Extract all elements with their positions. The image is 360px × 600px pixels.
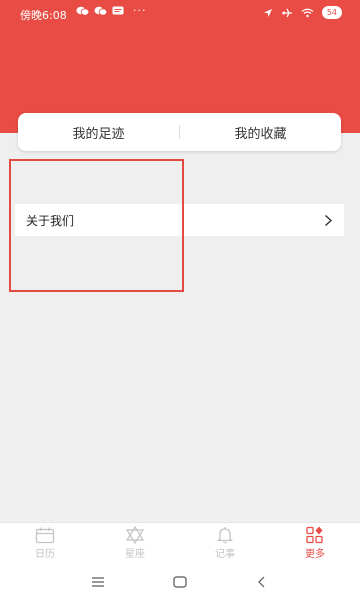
system-status-icons: 54 <box>263 6 342 19</box>
status-time: 傍晚6:08 <box>20 9 67 22</box>
message-icon <box>112 6 124 15</box>
bell-icon <box>216 526 234 544</box>
wechat-icon <box>76 6 89 16</box>
highlight-box <box>9 159 184 292</box>
star-of-david-icon <box>125 526 145 544</box>
airplane-mode-icon <box>281 8 292 17</box>
location-icon <box>263 8 272 17</box>
nav-item-constellation[interactable]: 星座 <box>90 523 180 563</box>
back-icon[interactable] <box>250 572 274 592</box>
chevron-right-icon <box>324 214 333 227</box>
grid-more-icon <box>305 526 325 544</box>
nav-label-notes: 记事 <box>215 549 235 560</box>
home-icon[interactable] <box>168 572 192 592</box>
system-navigation-bar <box>0 563 360 600</box>
menu-icon[interactable] <box>86 572 110 592</box>
nav-item-notes[interactable]: 记事 <box>180 523 270 563</box>
nav-item-calendar[interactable]: 日历 <box>0 523 90 563</box>
tab-favorites[interactable]: 我的收藏 <box>180 123 341 142</box>
nav-item-more[interactable]: 更多 <box>270 523 360 563</box>
notification-icons <box>76 6 124 16</box>
nav-label-calendar: 日历 <box>35 549 55 560</box>
battery-icon: 54 <box>321 6 342 19</box>
calendar-icon <box>35 526 55 544</box>
tab-card: 我的足迹 我的收藏 <box>18 113 341 151</box>
wifi-icon <box>301 8 314 17</box>
wechat-icon <box>94 6 107 16</box>
nav-label-constellation: 星座 <box>125 549 145 560</box>
nav-label-more: 更多 <box>305 549 325 560</box>
more-notifications-icon: ··· <box>133 4 147 17</box>
tab-footprints[interactable]: 我的足迹 <box>18 123 179 142</box>
bottom-nav: 日历 星座 记事 更多 <box>0 522 360 563</box>
status-bar: 傍晚6:08 ··· 54 <box>0 0 360 28</box>
